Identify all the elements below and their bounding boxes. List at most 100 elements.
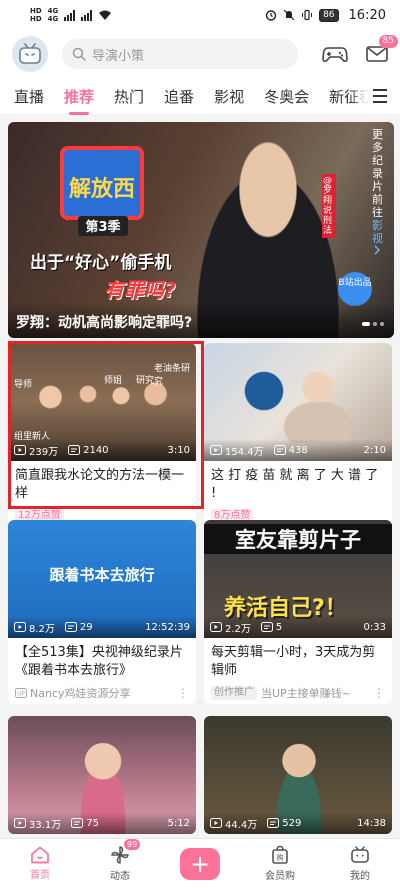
show-title: 解放西 — [69, 176, 135, 202]
comment-count: 5 — [275, 621, 283, 633]
svg-text:UP: UP — [17, 691, 25, 698]
comment-icon — [64, 622, 77, 632]
comment-icon — [273, 445, 286, 455]
play-count-icon — [210, 445, 222, 455]
video-stats: 44.4万 529 14:38 — [204, 812, 392, 834]
comment-count: 438 — [288, 444, 308, 456]
thumbnail-text: 跟着书本去旅行 — [49, 566, 155, 584]
banner-slogan-2: 有罪吗? — [104, 278, 176, 302]
video-stats: 33.1万 75 5:12 — [8, 812, 196, 834]
alarm-icon — [265, 10, 277, 21]
comment-icon — [260, 622, 273, 632]
banner-side-text[interactable]: 更多纪录片前往影视 — [372, 128, 386, 258]
comment-count: 529 — [282, 817, 302, 829]
tabs-menu-button[interactable] — [368, 84, 392, 108]
status-right: 86 16:20 — [265, 8, 386, 23]
play-count-icon — [210, 622, 222, 632]
view-count: 44.4万 — [225, 819, 258, 831]
video-thumbnail: 跟着书本去旅行 8.2万 29 12:52:39 — [8, 520, 196, 638]
view-count: 154.4万 — [225, 446, 264, 458]
view-count: 33.1万 — [29, 819, 62, 831]
play-count-icon — [14, 622, 26, 632]
view-count: 239万 — [29, 446, 59, 458]
banner-caption: 罗翔：动机高尚影响定罪吗? — [8, 302, 394, 338]
tab-anime[interactable]: 追番 — [164, 86, 194, 107]
video-duration: 3:10 — [167, 444, 190, 456]
more-options-icon[interactable]: ⋮ — [177, 686, 189, 700]
signal-icon-2 — [81, 9, 93, 21]
clock: 16:20 — [348, 7, 386, 23]
tab-live[interactable]: 直播 — [14, 86, 44, 107]
bilibili-original-badge: B站出品 — [338, 272, 372, 306]
game-center-button[interactable] — [320, 39, 350, 69]
video-duration: 14:38 — [357, 817, 386, 829]
promo-badge: 创作推广 — [211, 686, 257, 700]
nav-mine[interactable]: 我的 — [330, 845, 390, 882]
thumbnail-people-image — [234, 363, 354, 443]
video-duration: 0:33 — [363, 621, 386, 633]
tab-olympics[interactable]: 冬奥会 — [264, 86, 309, 107]
status-left: HD HD 4G 4G — [30, 7, 112, 23]
avatar[interactable] — [12, 36, 48, 72]
thumb-label-4: 老油条研究 — [154, 364, 191, 387]
uploader-name: 当UP主接单赚钱~ — [261, 687, 351, 700]
video-card-5[interactable]: 33.1万 75 5:12 — [8, 716, 196, 834]
tab-hot[interactable]: 热门 — [114, 86, 144, 107]
search-input[interactable]: 导演小策 — [62, 39, 298, 69]
video-thumbnail: 33.1万 75 5:12 — [8, 716, 196, 834]
video-title: 每天剪辑一小时，3天成为剪辑师 — [211, 645, 376, 678]
nav-mine-label: 我的 — [350, 871, 370, 882]
nav-dynamic[interactable]: 99 动态 — [90, 839, 150, 882]
nav-shop[interactable]: 购 会员购 — [250, 845, 310, 882]
comment-count: 2140 — [83, 444, 109, 456]
svg-text:购: 购 — [277, 853, 284, 862]
home-icon — [31, 846, 49, 864]
more-options-icon[interactable]: ⋮ — [373, 686, 385, 700]
video-thumbnail: 154.4万 438 2:10 — [204, 343, 392, 461]
video-card-2[interactable]: 154.4万 438 2:10 这 打 疫 苗 就 离 了 大 谱 了 ! 8万… — [204, 343, 392, 527]
tv-mascot-icon — [19, 43, 41, 64]
publish-button[interactable]: + — [180, 847, 220, 880]
video-duration: 12:52:39 — [145, 621, 190, 633]
banner-slogan-1: 出于“好心”偷手机 — [30, 253, 172, 273]
thumbnail-text-1: 室友靠剪片子 — [204, 524, 392, 554]
thumb-label-2: 师姐 — [104, 376, 123, 386]
nav-home[interactable]: 首页 — [10, 846, 70, 881]
play-count-icon — [210, 818, 222, 828]
banner-side-text-link: 影视 — [372, 219, 383, 245]
mute-icon — [283, 9, 295, 21]
video-card-6[interactable]: 44.4万 529 14:38 — [204, 716, 392, 834]
tab-movies[interactable]: 影视 — [214, 86, 244, 107]
wifi-icon — [99, 10, 112, 20]
video-thumbnail: 44.4万 529 14:38 — [204, 716, 392, 834]
video-card-4[interactable]: 室友靠剪片子 养活自己?！ 2.2万 5 0:33 每天剪辑一小时，3天成为剪辑… — [204, 520, 392, 704]
video-stats: 8.2万 29 12:52:39 — [8, 616, 196, 638]
thumb-label-3: 研究 — [136, 376, 155, 386]
sim2-label: HD — [30, 15, 42, 23]
video-meta: 创作推广 当UP主接单赚钱~ ⋮ — [204, 682, 392, 704]
show-season: 第3季 — [85, 219, 120, 235]
vibrate-icon — [302, 9, 313, 21]
search-placeholder: 导演小策 — [92, 48, 145, 64]
video-card-3[interactable]: 跟着书本去旅行 8.2万 29 12:52:39 【全513集】央视神级纪录片《… — [8, 520, 196, 704]
nav-publish[interactable]: + — [170, 847, 230, 880]
uploader-name: Nancy鸡娃资源分享 — [30, 687, 131, 700]
view-count: 2.2万 — [225, 623, 251, 635]
network-labels: 4G 4G — [48, 7, 59, 23]
nav-shop-label: 会员购 — [265, 871, 295, 882]
tab-recommend[interactable]: 推荐 — [64, 86, 94, 115]
speaker-tag: @罗翔说刑法 — [322, 174, 336, 238]
comment-icon — [267, 818, 280, 828]
nav-dynamic-badge: 99 — [124, 839, 141, 850]
video-card-1[interactable]: 导师 师姐 研究 老油条研究 组里新人 239万 2140 3:10 简直跟我水… — [8, 343, 196, 527]
video-title: 简直跟我水论文的方法一模一样 — [15, 468, 185, 501]
category-tabs: 直播 推荐 热门 追番 影视 冬奥会 新征程 — [0, 78, 400, 115]
show-logo-image: 解放西 第3季 — [60, 146, 144, 236]
sim-indicators: HD HD — [30, 7, 42, 23]
messages-button[interactable]: 85 — [362, 35, 398, 69]
thumb-label-1: 导师 — [14, 380, 33, 390]
top-header: 导演小策 85 — [0, 30, 400, 78]
featured-banner[interactable]: 解放西 第3季 出于“好心”偷手机 有罪吗? @罗翔说刑法 B站出品 更多纪录片… — [8, 122, 394, 338]
battery-indicator: 86 — [319, 8, 339, 22]
comment-count: 29 — [79, 621, 93, 633]
